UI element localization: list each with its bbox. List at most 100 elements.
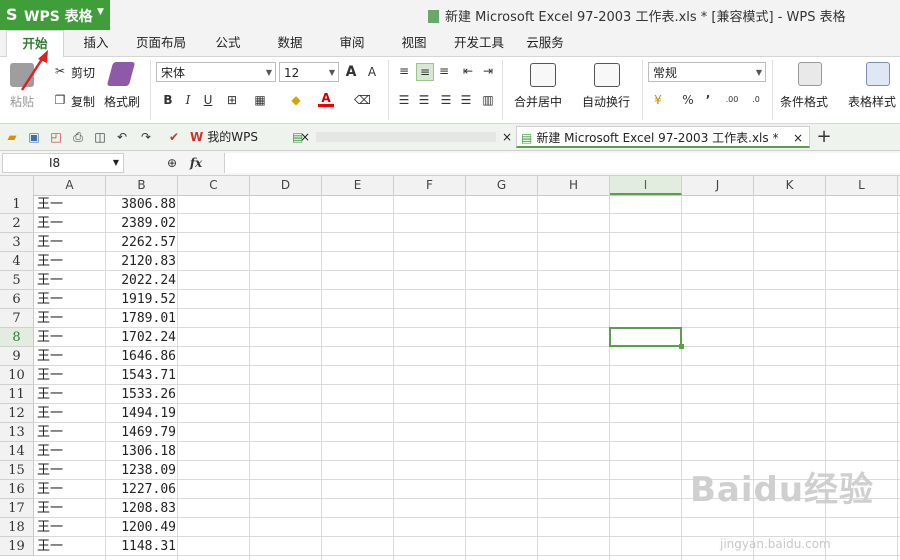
row-header[interactable]: 6 [0, 290, 34, 309]
tab-insert[interactable]: 插入 [70, 30, 122, 56]
conditional-format-icon[interactable] [798, 62, 822, 86]
cell-a[interactable]: 王一 [37, 404, 63, 423]
cell-b[interactable]: 1919.52 [106, 290, 176, 309]
cell-a[interactable]: 王一 [37, 366, 63, 385]
row-header[interactable]: 13 [0, 423, 34, 442]
fx-icon[interactable]: fx [188, 155, 204, 171]
format-painter-button[interactable]: 格式刷 [104, 93, 140, 110]
indent-increase-icon[interactable]: ⇥ [480, 63, 496, 79]
cell-a[interactable]: 王一 [37, 480, 63, 499]
wrap-text-button[interactable]: 自动换行 [582, 93, 630, 110]
align-right-icon[interactable]: ☰ [438, 92, 454, 108]
table-style-icon[interactable] [866, 62, 890, 86]
save-icon[interactable]: ▣ [26, 129, 42, 145]
cell-a[interactable]: 王一 [37, 214, 63, 233]
open-folder-icon[interactable]: ▰ [4, 129, 20, 145]
customize-toolbar-icon[interactable]: ✔ [166, 129, 182, 145]
row-header[interactable]: 16 [0, 480, 34, 499]
cell-b[interactable]: 1702.24 [106, 328, 176, 347]
increase-font-icon[interactable]: A [343, 64, 359, 80]
cell-a[interactable]: 王一 [37, 271, 63, 290]
column-header-e[interactable]: E [322, 176, 394, 195]
paste-button[interactable]: 粘贴 [10, 93, 34, 110]
number-format-select[interactable]: 常规 ▼ [648, 62, 766, 82]
cell-b[interactable]: 1789.01 [106, 309, 176, 328]
merge-center-button[interactable]: 合并居中 [514, 93, 562, 110]
cell-a[interactable]: 王一 [37, 518, 63, 537]
cell-b[interactable]: 1227.06 [106, 480, 176, 499]
print-icon[interactable]: ⎙ [70, 129, 86, 145]
table-style-button[interactable]: 表格样式 [848, 93, 896, 110]
borders-icon[interactable]: ⊞ [224, 92, 240, 108]
select-all-corner[interactable] [0, 176, 34, 195]
cell-b[interactable]: 1543.71 [106, 366, 176, 385]
row-header[interactable]: 18 [0, 518, 34, 537]
column-header-h[interactable]: H [538, 176, 610, 195]
tab-page-layout[interactable]: 页面布局 [130, 30, 192, 56]
row-header[interactable]: 14 [0, 442, 34, 461]
row-header[interactable]: 5 [0, 271, 34, 290]
clear-format-icon[interactable]: ⌫ [354, 92, 371, 108]
cell-b[interactable]: 1148.31 [106, 537, 176, 556]
zoom-icon[interactable]: ⊕ [164, 155, 180, 171]
tab-review[interactable]: 审阅 [326, 30, 378, 56]
row-header[interactable]: 1 [0, 195, 34, 214]
row-header[interactable]: 11 [0, 385, 34, 404]
copy-button[interactable]: 复制 [71, 93, 95, 110]
cell-b[interactable]: 1494.19 [106, 404, 176, 423]
formula-input[interactable] [224, 153, 900, 173]
tab-data[interactable]: 数据 [264, 30, 316, 56]
underline-button[interactable]: U [200, 92, 216, 108]
column-header-a[interactable]: A [34, 176, 106, 195]
italic-button[interactable]: I [180, 92, 196, 108]
print-preview-icon[interactable]: ◫ [92, 129, 108, 145]
row-header[interactable]: 9 [0, 347, 34, 366]
doc-tab-active[interactable]: ▤ 新建 Microsoft Excel 97-2003 工作表.xls * × [516, 126, 810, 148]
column-header-d[interactable]: D [250, 176, 322, 195]
cell-b[interactable]: 2120.83 [106, 252, 176, 271]
row-header[interactable]: 10 [0, 366, 34, 385]
row-header[interactable]: 3 [0, 233, 34, 252]
app-menu-button[interactable]: S WPS 表格 ▼ [0, 0, 110, 30]
align-top-icon[interactable]: ≡ [396, 63, 412, 79]
align-bottom-icon[interactable]: ≡ [436, 63, 452, 79]
comma-button[interactable]: ’ [700, 92, 716, 108]
export-pdf-icon[interactable]: ◰ [48, 129, 64, 145]
cell-b[interactable]: 2022.24 [106, 271, 176, 290]
row-header[interactable]: 8 [0, 328, 34, 347]
cell-b[interactable]: 3806.88 [106, 195, 176, 214]
cell-a[interactable]: 王一 [37, 423, 63, 442]
fill-color-icon[interactable]: ◆ [288, 92, 304, 108]
cell-b[interactable]: 1200.49 [106, 518, 176, 537]
percent-button[interactable]: % [680, 92, 696, 108]
tab-developer[interactable]: 开发工具 [448, 30, 510, 56]
cell-a[interactable]: 王一 [37, 442, 63, 461]
cell-a[interactable]: 王一 [37, 385, 63, 404]
cell-b[interactable]: 2389.02 [106, 214, 176, 233]
cut-button[interactable]: 剪切 [71, 64, 95, 81]
wrap-text-icon[interactable] [594, 63, 620, 87]
font-name-select[interactable]: 宋体 ▼ [156, 62, 276, 82]
close-icon[interactable]: × [502, 126, 512, 148]
cell-a[interactable]: 王一 [37, 233, 63, 252]
row-header[interactable]: 19 [0, 537, 34, 556]
row-header[interactable]: 12 [0, 404, 34, 423]
cell-b[interactable]: 1306.18 [106, 442, 176, 461]
currency-icon[interactable]: ¥ [650, 92, 666, 108]
bold-button[interactable]: B [160, 92, 176, 108]
increase-decimal-icon[interactable]: .00 [724, 92, 740, 108]
tab-formulas[interactable]: 公式 [202, 30, 254, 56]
new-tab-icon[interactable]: + [816, 128, 832, 146]
cell-b[interactable]: 1646.86 [106, 347, 176, 366]
align-left-icon[interactable]: ☰ [396, 92, 412, 108]
cell-a[interactable]: 王一 [37, 347, 63, 366]
cell-a[interactable]: 王一 [37, 537, 63, 556]
column-header-b[interactable]: B [106, 176, 178, 195]
column-header-l[interactable]: L [826, 176, 898, 195]
undo-icon[interactable]: ↶ [114, 129, 130, 145]
cell-a[interactable]: 王一 [37, 328, 63, 347]
doc-tab-my-wps[interactable]: W 我的WPS × [190, 126, 310, 148]
align-center-icon[interactable]: ☰ [416, 92, 432, 108]
cell-b[interactable]: 1208.83 [106, 499, 176, 518]
column-header-j[interactable]: J [682, 176, 754, 195]
